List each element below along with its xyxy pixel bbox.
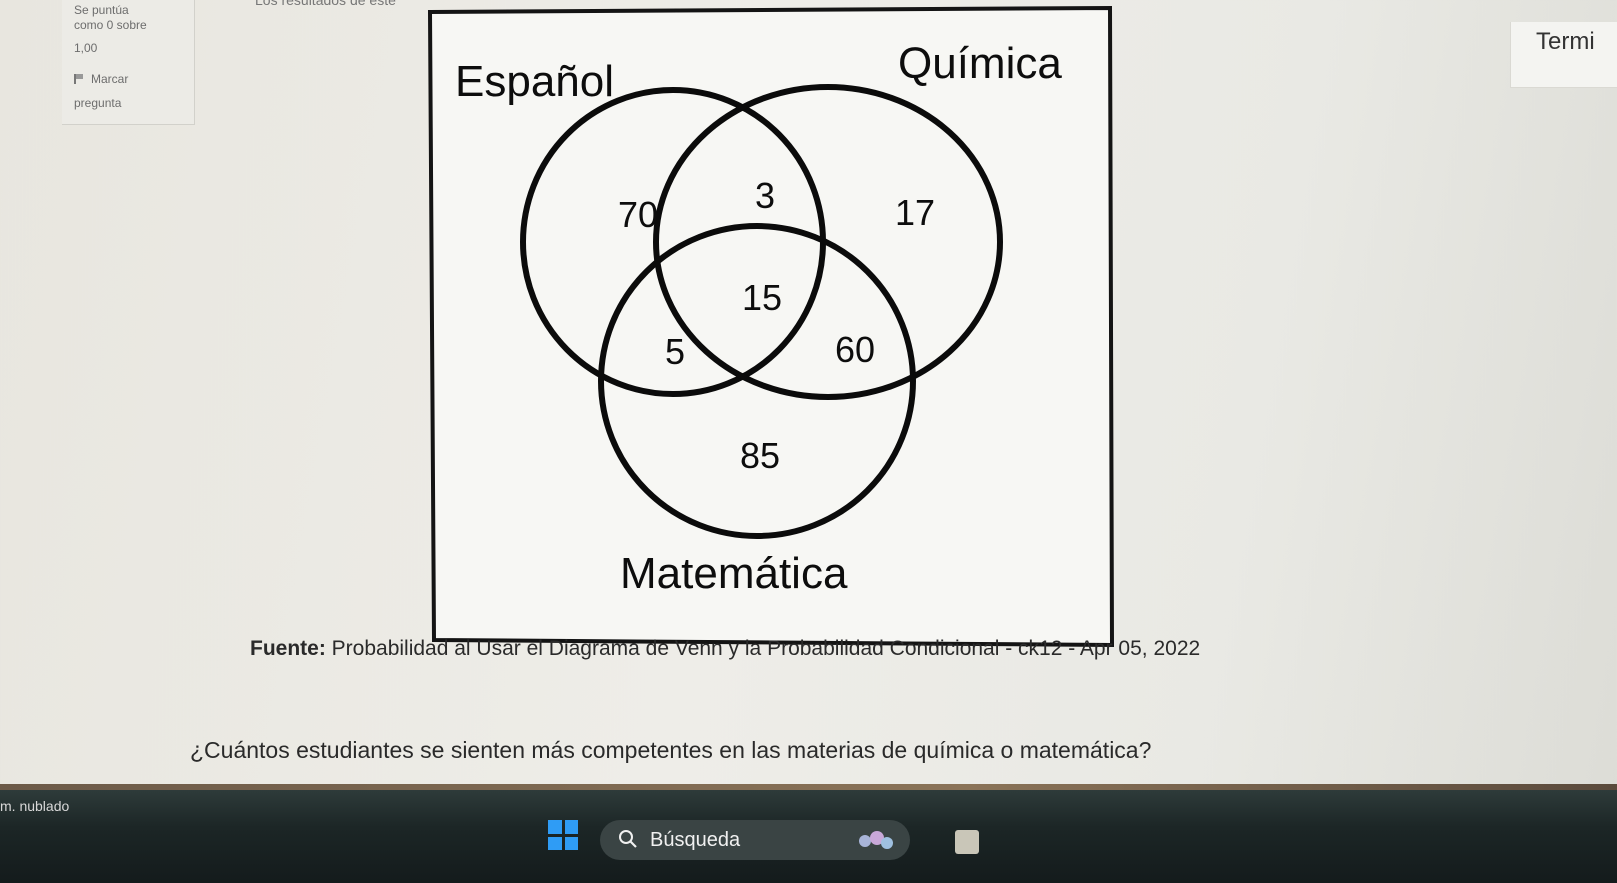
source-caption: Fuente: Probabilidad al Usar el Diagrama… — [250, 637, 1200, 661]
windows-start-icon[interactable] — [548, 820, 578, 850]
search-label: Búsqueda — [650, 829, 741, 851]
region-only-quimica: 17 — [895, 192, 935, 233]
label-espanol: Español — [455, 57, 614, 106]
score-status-2: como 0 sobre — [74, 18, 147, 32]
flag-question-link[interactable]: Marcar — [74, 71, 128, 87]
search-highlight-icon — [859, 831, 893, 849]
score-status: Se puntúa — [74, 3, 129, 17]
region-only-espanol: 70 — [618, 194, 658, 235]
question-intro-text: Los resultados de este — [255, 0, 396, 8]
weather-widget[interactable]: m. nublado — [0, 798, 69, 814]
finish-attempt-button[interactable]: Termi — [1510, 22, 1617, 88]
question-text: ¿Cuántos estudiantes se sienten más comp… — [190, 737, 1152, 763]
region-espanol-matematica: 5 — [665, 331, 685, 372]
region-quimica-matematica: 60 — [835, 329, 875, 370]
question-info-box: Se puntúa como 0 sobre 1,00 Marcar pregu… — [62, 0, 195, 125]
flag-label: Marcar — [91, 72, 129, 86]
source-text: Probabilidad al Usar el Diagrama de Venn… — [325, 637, 1201, 660]
region-only-matematica: 85 — [740, 435, 780, 476]
region-espanol-quimica: 3 — [755, 175, 775, 216]
flag-icon — [74, 74, 85, 84]
flag-label-2: pregunta — [74, 96, 122, 110]
label-matematica: Matemática — [620, 549, 848, 598]
region-all-three: 15 — [742, 277, 782, 318]
taskbar: m. nublado Búsqueda — [0, 784, 1617, 883]
label-quimica: Química — [898, 39, 1062, 88]
venn-svg: Español Química Matemática 70 3 17 15 5 … — [427, 5, 1115, 648]
venn-diagram: Español Química Matemática 70 3 17 15 5 … — [420, 0, 1155, 660]
taskbar-app-icon[interactable] — [955, 830, 979, 854]
score-max: 1,00 — [74, 41, 98, 55]
source-label: Fuente: — [250, 637, 326, 660]
search-icon — [619, 830, 637, 848]
